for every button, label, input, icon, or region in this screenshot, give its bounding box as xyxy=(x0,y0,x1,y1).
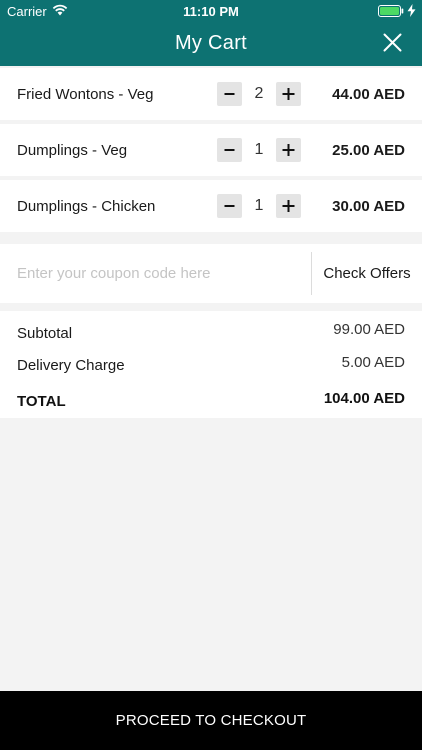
cart-item: Fried Wontons - Veg 2 44.00 AED xyxy=(0,68,422,120)
coupon-code-input[interactable] xyxy=(0,244,311,303)
plus-icon xyxy=(282,88,295,100)
quantity-value: 1 xyxy=(254,141,264,158)
minus-icon xyxy=(224,93,235,95)
quantity-value: 1 xyxy=(254,197,264,214)
order-summary: Subtotal 99.00 AED Delivery Charge 5.00 … xyxy=(0,311,422,418)
decrease-quantity-button[interactable] xyxy=(217,82,242,106)
cart-item: Dumplings - Chicken 1 30.00 AED xyxy=(0,180,422,232)
charging-bolt-icon xyxy=(407,4,416,17)
status-bar: Carrier 11:10 PM xyxy=(0,0,422,22)
item-price: 44.00 AED xyxy=(332,86,405,103)
decrease-quantity-button[interactable] xyxy=(217,138,242,162)
increase-quantity-button[interactable] xyxy=(276,82,301,106)
item-name: Dumplings - Chicken xyxy=(17,198,156,215)
status-time: 11:10 PM xyxy=(183,4,239,19)
minus-icon xyxy=(224,205,235,207)
minus-icon xyxy=(224,149,235,151)
item-price: 25.00 AED xyxy=(332,142,405,159)
increase-quantity-button[interactable] xyxy=(276,194,301,218)
delivery-charge-value: 5.00 AED xyxy=(341,354,405,371)
page-title: My Cart xyxy=(174,32,248,54)
cart-item: Dumplings - Veg 1 25.00 AED xyxy=(0,124,422,176)
decrease-quantity-button[interactable] xyxy=(217,194,242,218)
total-label: TOTAL xyxy=(17,393,66,410)
plus-icon xyxy=(282,144,295,156)
increase-quantity-button[interactable] xyxy=(276,138,301,162)
item-price: 30.00 AED xyxy=(332,198,405,215)
item-name: Dumplings - Veg xyxy=(17,142,128,159)
header: Carrier 11:10 PM My Cart xyxy=(0,0,422,66)
plus-icon xyxy=(282,200,295,212)
coupon-section: Check Offers xyxy=(0,244,422,303)
subtotal-label: Subtotal xyxy=(17,325,73,342)
delivery-charge-label: Delivery Charge xyxy=(17,357,125,374)
subtotal-value: 99.00 AED xyxy=(333,321,405,338)
proceed-to-checkout-button[interactable]: PROCEED TO CHECKOUT xyxy=(0,691,422,750)
item-name: Fried Wontons - Veg xyxy=(17,86,154,103)
check-offers-button[interactable]: Check Offers xyxy=(312,244,422,303)
total-value: 104.00 AED xyxy=(323,390,405,407)
quantity-value: 2 xyxy=(254,85,264,102)
close-icon[interactable] xyxy=(383,33,402,52)
battery-icon xyxy=(378,5,404,17)
